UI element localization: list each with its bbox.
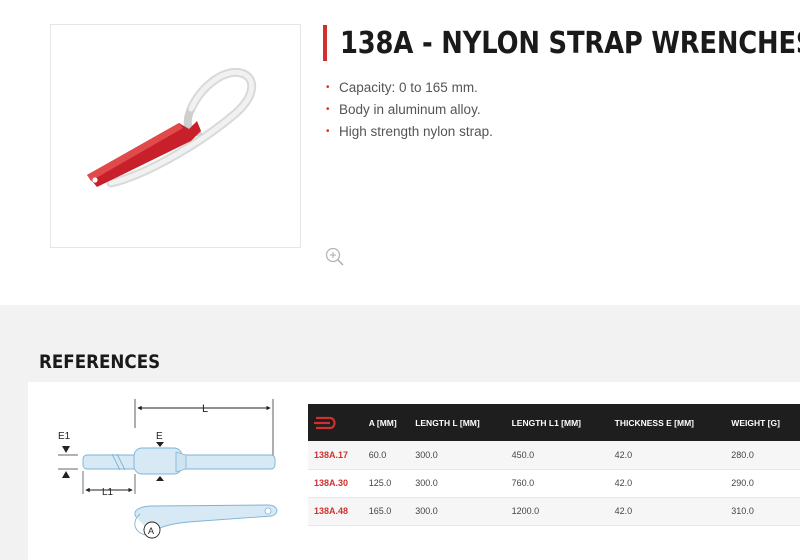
column-header-length-l1: LENGTH L1 [MM]	[511, 417, 581, 428]
references-title: REFERENCES	[39, 351, 161, 373]
column-header-weight: WEIGHT [G]	[731, 417, 780, 428]
cell-length-l1: 1200.0	[505, 497, 609, 526]
bullet-icon: •	[326, 82, 330, 93]
label-e: E	[156, 431, 163, 442]
cell-thickness-e: 42.0	[608, 469, 726, 498]
feature-item: • High strength nylon strap.	[326, 121, 493, 143]
cell-weight: 310.0	[725, 497, 800, 526]
feature-item: • Body in aluminum alloy.	[326, 99, 493, 121]
cell-length-l: 300.0	[409, 441, 506, 470]
ref-code-link[interactable]: 138A.48	[308, 497, 363, 526]
cell-thickness-e: 42.0	[608, 441, 726, 470]
zoom-in-icon[interactable]	[324, 246, 346, 268]
column-header-length-l: LENGTH L [MM]	[415, 417, 480, 428]
cell-length-l1: 450.0	[505, 441, 609, 470]
product-title-wrap: 138A - NYLON STRAP WRENCHES	[323, 24, 800, 62]
cell-length-l: 300.0	[409, 497, 506, 526]
product-header-section: 138A - NYLON STRAP WRENCHES • Capacity: 0…	[0, 0, 800, 305]
product-image-frame[interactable]	[50, 24, 344, 266]
table-header-row: A [MM] LENGTH L [MM] LENGTH L1 [MM] THIC…	[308, 404, 800, 441]
column-header-thickness-e: THICKNESS E [MM]	[614, 417, 694, 428]
cell-thickness-e: 42.0	[608, 497, 726, 526]
cell-weight: 280.0	[725, 441, 800, 470]
product-title: 138A - NYLON STRAP WRENCHES	[340, 25, 800, 61]
cell-length-l: 300.0	[409, 469, 506, 498]
references-panel: L E1 E L1 A A [MM] LENGTH L [MM] LENGTH …	[28, 382, 800, 560]
cell-length-l1: 760.0	[505, 469, 609, 498]
feature-text: Capacity: 0 to 165 mm.	[339, 80, 478, 95]
table-row[interactable]: 138A.17 60.0 300.0 450.0 42.0 280.0	[308, 441, 800, 470]
product-image	[87, 67, 257, 188]
cell-a: 125.0	[362, 469, 410, 498]
table-row[interactable]: 138A.30 125.0 300.0 760.0 42.0 290.0	[308, 469, 800, 498]
ref-code-link[interactable]: 138A.30	[308, 469, 363, 498]
column-header-a: A [MM]	[368, 417, 397, 428]
cell-a: 165.0	[362, 497, 410, 526]
title-accent-bar	[323, 25, 327, 61]
label-l1: L1	[102, 487, 114, 498]
feature-text: Body in aluminum alloy.	[339, 102, 481, 117]
label-l: L	[202, 403, 208, 415]
references-table: A [MM] LENGTH L [MM] LENGTH L1 [MM] THIC…	[308, 404, 800, 526]
table-row[interactable]: 138A.48 165.0 300.0 1200.0 42.0 310.0	[308, 497, 800, 526]
feature-text: High strength nylon strap.	[339, 124, 493, 139]
bullet-icon: •	[326, 126, 330, 137]
references-section: REFERENCES L E1 E L1 A A [MM] LENGTH L […	[0, 305, 800, 560]
label-a: A	[148, 526, 154, 536]
ref-code-link[interactable]: 138A.17	[308, 441, 363, 470]
label-e1: E1	[58, 431, 71, 442]
logo-header-cell	[308, 404, 363, 441]
feature-list: • Capacity: 0 to 165 mm. • Body in aluminu…	[326, 77, 493, 143]
cell-weight: 290.0	[725, 469, 800, 498]
bullet-icon: •	[326, 104, 330, 115]
feature-item: • Capacity: 0 to 165 mm.	[326, 77, 493, 99]
dimension-diagram: L E1 E L1 A	[58, 399, 278, 539]
brand-logo-icon	[314, 416, 336, 429]
cell-a: 60.0	[362, 441, 410, 470]
